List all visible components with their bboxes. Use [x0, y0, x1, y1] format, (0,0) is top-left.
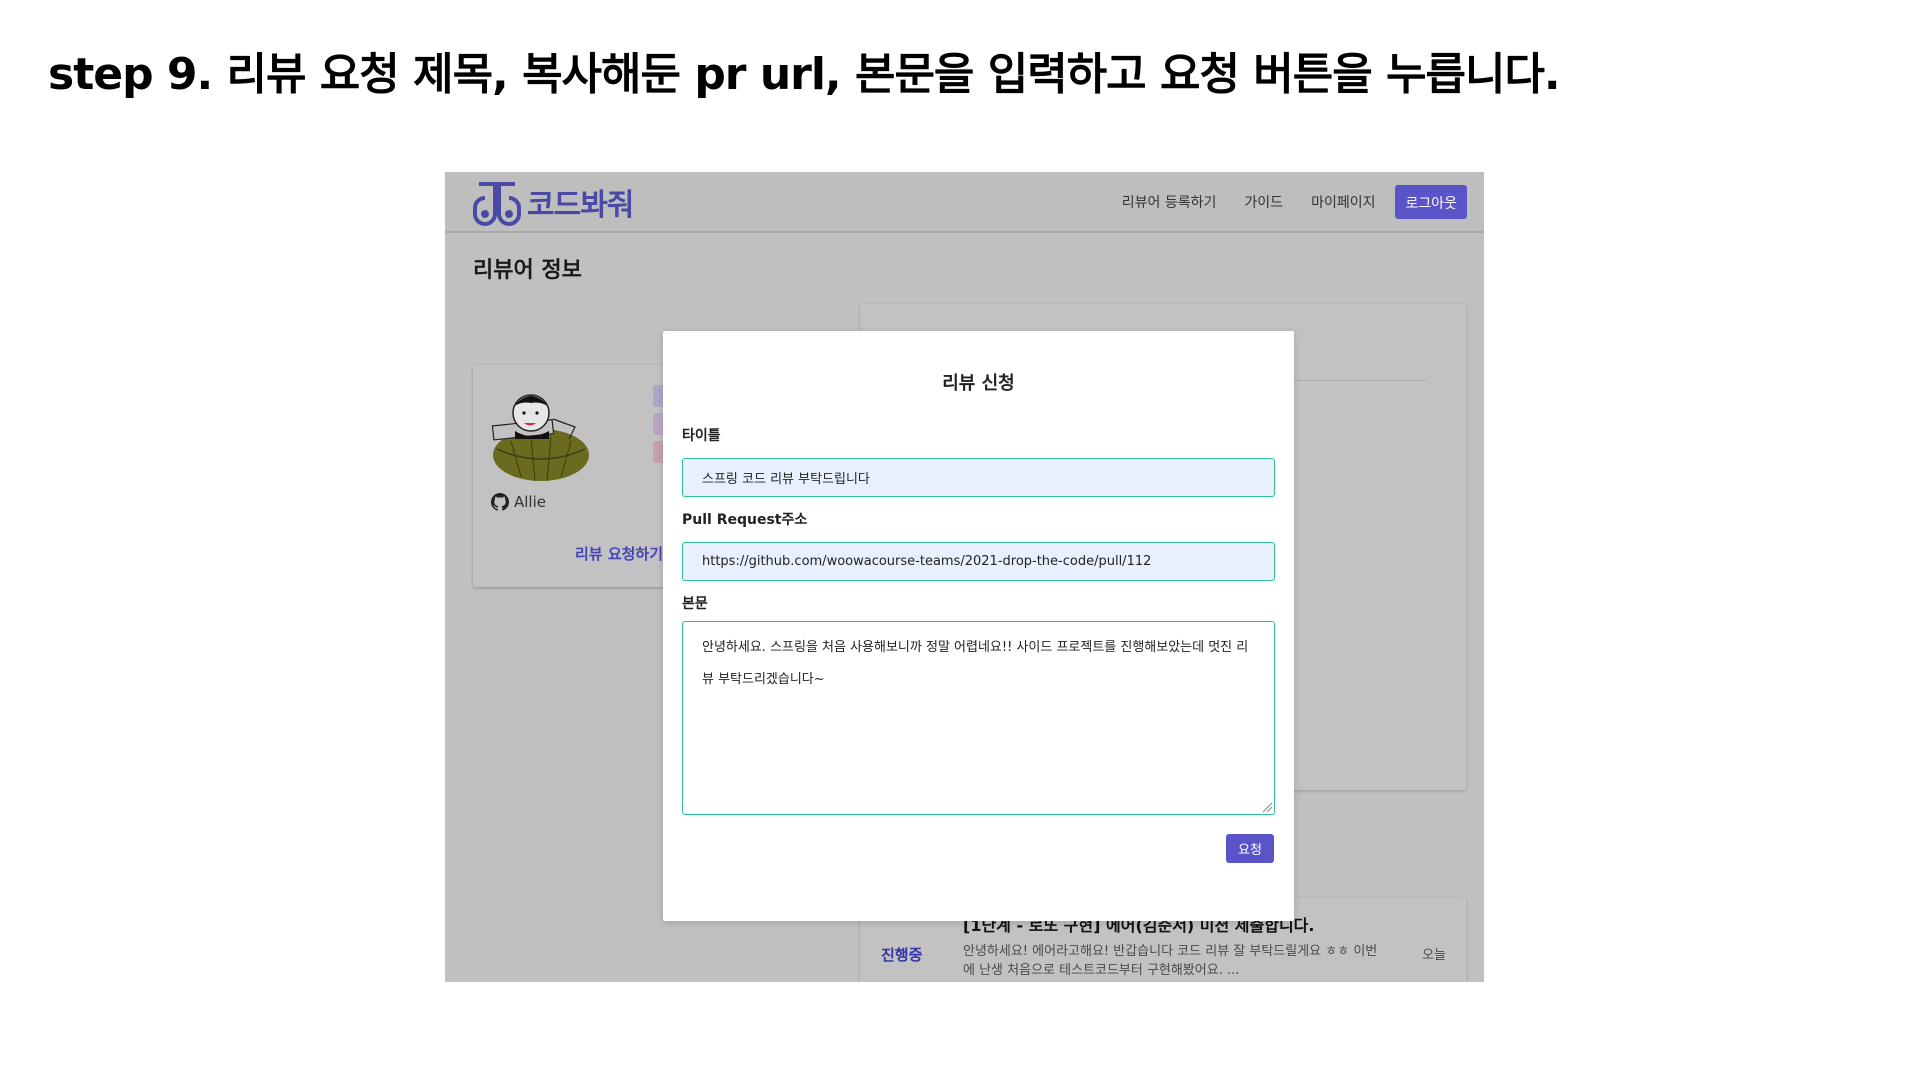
app-header: 코드봐줘 리뷰어 등록하기 가이드 마이페이지 로그아웃 [445, 172, 1484, 233]
github-icon [491, 493, 509, 511]
logo[interactable]: 코드봐줘 [473, 178, 634, 226]
title-input[interactable] [682, 458, 1275, 497]
review-item-date: 오늘 [1422, 948, 1446, 963]
nav-register-reviewer[interactable]: 리뷰어 등록하기 [1122, 192, 1217, 212]
status-badge: 진행중 [881, 946, 923, 964]
request-review-link[interactable]: 리뷰 요청하기 [575, 543, 663, 564]
resize-handle-icon[interactable] [1262, 802, 1273, 813]
review-item-body: 안녕하세요! 에어라고해요! 반갑습니다 코드 리뷰 잘 부탁드릴게요 ㅎㅎ 이… [963, 944, 1378, 978]
submit-request-button[interactable]: 요청 [1226, 834, 1274, 863]
title-label: 타이틀 [682, 428, 721, 444]
page-title: 리뷰어 정보 [473, 258, 582, 283]
avatar [491, 394, 589, 482]
nav-guide[interactable]: 가이드 [1244, 192, 1283, 212]
pr-url-input[interactable] [682, 542, 1275, 581]
nav-mypage[interactable]: 마이페이지 [1311, 192, 1375, 212]
app-screenshot: 코드봐줘 리뷰어 등록하기 가이드 마이페이지 로그아웃 리뷰어 정보 Alli… [445, 172, 1484, 982]
logo-text: 코드봐줘 [527, 188, 634, 223]
body-label: 본문 [682, 596, 708, 612]
pr-url-label: Pull Request주소 [682, 512, 808, 528]
logo-mark-icon [473, 182, 521, 226]
modal-title: 리뷰 신청 [942, 373, 1015, 394]
slide-title: step 9. 리뷰 요청 제목, 복사해둔 pr url, 본문을 입력하고 … [48, 49, 1561, 100]
github-name: Allie [514, 493, 546, 511]
review-request-modal: 리뷰 신청 타이틀 Pull Request주소 본문 안녕하세요. 스프링을 … [663, 331, 1294, 921]
body-textarea[interactable]: 안녕하세요. 스프링을 처음 사용해보니까 정말 어렵네요!! 사이드 프로젝트… [682, 621, 1275, 815]
github-account: Allie [491, 493, 546, 511]
top-nav: 리뷰어 등록하기 가이드 마이페이지 로그아웃 [1094, 185, 1467, 219]
logout-button[interactable]: 로그아웃 [1395, 185, 1467, 219]
